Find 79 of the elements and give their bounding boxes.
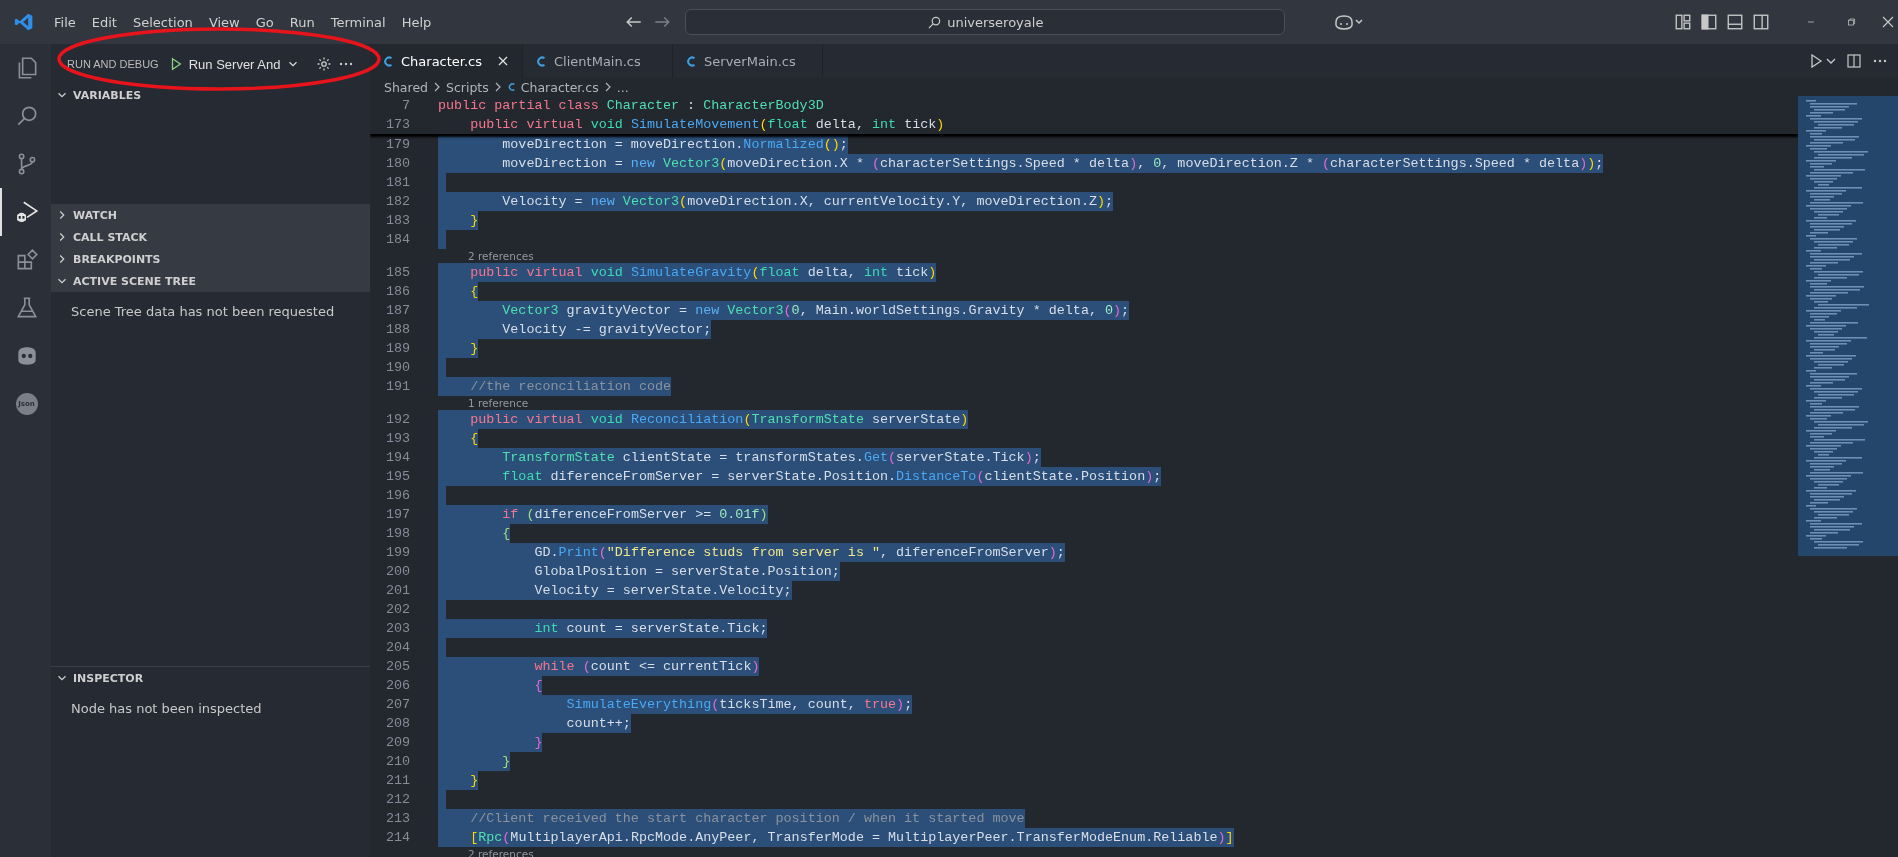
line-number: 202 bbox=[384, 602, 410, 617]
line-number: 192 bbox=[384, 412, 410, 427]
menu-item[interactable]: Edit bbox=[83, 10, 125, 34]
menu-item[interactable]: File bbox=[46, 10, 84, 34]
line-number: 214 bbox=[384, 830, 410, 845]
line-number: 199 bbox=[384, 545, 410, 560]
editor-logo-icon bbox=[14, 12, 34, 32]
line-number: 209 bbox=[384, 735, 410, 750]
line-number: 210 bbox=[384, 754, 410, 769]
section-header[interactable]: WATCH bbox=[51, 204, 370, 227]
breadcrumb-item[interactable]: Scripts bbox=[446, 79, 489, 95]
command-search-field[interactable]: universeroyale bbox=[685, 9, 1286, 35]
line-number: 180 bbox=[384, 156, 410, 171]
menu-item[interactable]: Run bbox=[281, 10, 323, 34]
sidebar-title: RUN AND DEBUG bbox=[67, 58, 159, 70]
search-icon bbox=[927, 14, 943, 30]
code-line: public partial class Character : CharacterBody3D bbox=[438, 97, 824, 115]
menu-item[interactable]: Terminal bbox=[322, 10, 394, 34]
run-icon[interactable] bbox=[1808, 53, 1824, 69]
line-number: 197 bbox=[384, 507, 410, 522]
line-number: 190 bbox=[384, 360, 410, 375]
line-number: 203 bbox=[384, 621, 410, 636]
copilot-icon[interactable] bbox=[1333, 13, 1364, 31]
line-number: 184 bbox=[384, 232, 410, 247]
line-number: 198 bbox=[384, 526, 410, 541]
launch-configuration-dropdown[interactable]: Run Server And bbox=[168, 56, 301, 72]
chevron-right-icon bbox=[432, 82, 442, 92]
line-number: 211 bbox=[384, 773, 410, 788]
breadcrumb-item[interactable]: Shared bbox=[384, 79, 428, 95]
line-number: 200 bbox=[384, 564, 410, 579]
section-header[interactable]: INSPECTOR bbox=[51, 666, 370, 690]
breadcrumb-item[interactable]: Character.cs bbox=[520, 79, 599, 95]
code-line: public virtual void SimulateMovement(float delta, int tick) bbox=[469, 116, 945, 134]
section-header[interactable]: CALL STACK bbox=[51, 226, 370, 249]
line-number: 201 bbox=[384, 583, 410, 598]
menu-item[interactable]: Go bbox=[247, 10, 282, 34]
secondary-sidebar-icon[interactable] bbox=[1752, 13, 1770, 31]
line-number: 196 bbox=[384, 488, 410, 503]
menu-item[interactable]: Help bbox=[393, 10, 440, 34]
csharp-file-icon bbox=[382, 54, 395, 68]
split-editor-icon[interactable] bbox=[1846, 53, 1862, 69]
line-number: 206 bbox=[384, 678, 410, 693]
line-number: 205 bbox=[384, 659, 410, 674]
line-number: 204 bbox=[384, 640, 410, 655]
line-number: 173 bbox=[384, 117, 410, 132]
codelens-link[interactable]: 2 references bbox=[468, 250, 534, 262]
line-number: 207 bbox=[384, 697, 410, 712]
line-number: 213 bbox=[384, 811, 410, 826]
line-number: 187 bbox=[384, 303, 410, 318]
line-number: 188 bbox=[384, 322, 410, 337]
line-number: 181 bbox=[384, 175, 410, 190]
menu-item[interactable]: View bbox=[200, 10, 248, 34]
line-number: 189 bbox=[384, 341, 410, 356]
csharp-file-icon bbox=[506, 82, 517, 92]
line-number: 191 bbox=[384, 379, 410, 394]
layout-icon[interactable] bbox=[1674, 13, 1692, 31]
sidebar-toggle-icon[interactable] bbox=[1700, 13, 1718, 31]
line-number: 195 bbox=[384, 469, 410, 484]
line-number: 194 bbox=[384, 450, 410, 465]
line-number: 179 bbox=[384, 137, 410, 152]
section-header[interactable]: ACTIVE SCENE TREE bbox=[51, 270, 370, 293]
section-header[interactable]: VARIABLES bbox=[51, 84, 370, 106]
line-number: 183 bbox=[384, 213, 410, 228]
line-number: 7 bbox=[400, 98, 410, 113]
line-number: 186 bbox=[384, 284, 410, 299]
line-number: 182 bbox=[384, 194, 410, 209]
settings-icon[interactable] bbox=[316, 56, 333, 72]
line-number: 185 bbox=[384, 265, 410, 280]
menu-item[interactable]: Selection bbox=[124, 10, 201, 34]
panel-message: Scene Tree data has not been requested bbox=[70, 303, 336, 320]
codelens-link[interactable]: 1 reference bbox=[468, 397, 529, 409]
panel-message: Node has not been inspected bbox=[70, 700, 263, 717]
breadcrumb-item[interactable]: ... bbox=[616, 79, 629, 95]
section-header[interactable]: BREAKPOINTS bbox=[51, 248, 370, 271]
line-number: 193 bbox=[384, 431, 410, 446]
line-number: 212 bbox=[384, 792, 410, 807]
panel-toggle-icon[interactable] bbox=[1726, 13, 1744, 31]
line-number: 208 bbox=[384, 716, 410, 731]
editor-tab[interactable]: Character.cs bbox=[370, 44, 524, 78]
